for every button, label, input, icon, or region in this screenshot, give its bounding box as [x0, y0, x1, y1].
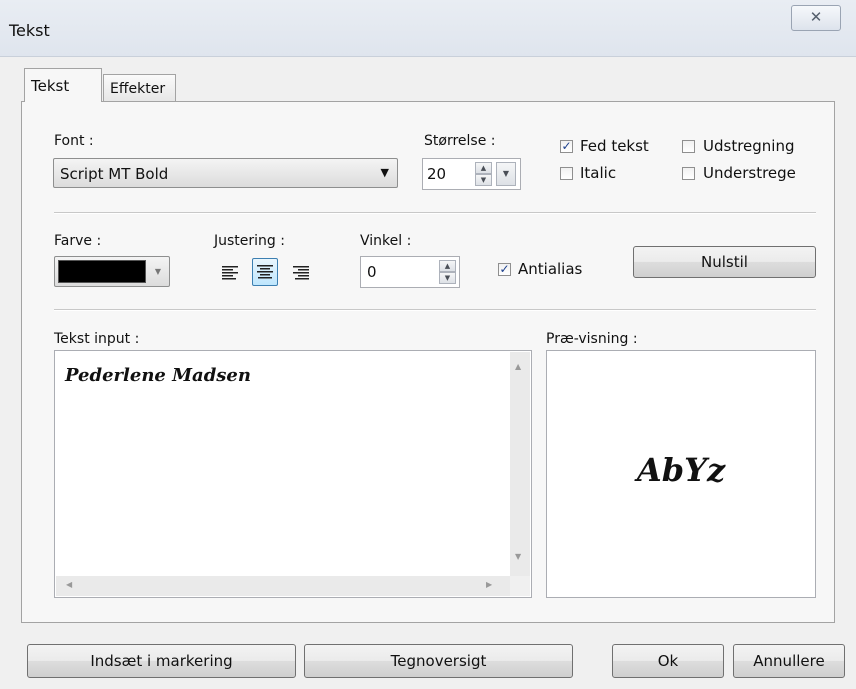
- antialias-label: Antialias: [518, 260, 583, 278]
- text-input-label: Tekst input :: [54, 331, 140, 347]
- scroll-right-icon[interactable]: ▶: [486, 580, 492, 589]
- vertical-scrollbar[interactable]: ▲ ▼: [510, 352, 530, 576]
- size-label: Størrelse :: [424, 133, 496, 149]
- antialias-checkbox[interactable]: ✓: [498, 263, 511, 276]
- preview-box: AbYz: [546, 350, 816, 598]
- align-left-icon[interactable]: [219, 261, 241, 283]
- preview-label: Præ-visning :: [546, 331, 638, 347]
- close-icon: ✕: [809, 8, 823, 26]
- color-swatch: [58, 260, 146, 283]
- scroll-left-icon[interactable]: ◀: [66, 580, 72, 589]
- font-select-value: Script MT Bold: [60, 165, 169, 183]
- horizontal-scrollbar[interactable]: ◀ ▶: [56, 576, 510, 596]
- tab-effekter[interactable]: Effekter: [103, 74, 176, 102]
- italic-checkbox[interactable]: [560, 167, 573, 180]
- spin-up-icon[interactable]: ▲: [439, 260, 456, 272]
- font-label: Font :: [54, 133, 94, 149]
- spin-up-icon[interactable]: ▲: [475, 162, 492, 174]
- separator: [54, 309, 816, 311]
- spin-down-icon[interactable]: ▼: [475, 174, 492, 186]
- size-input[interactable]: 20 ▲ ▼ ▼: [422, 158, 521, 190]
- cancel-button[interactable]: Annullere: [733, 644, 845, 678]
- font-select[interactable]: Script MT Bold ▼: [53, 158, 398, 188]
- size-value: 20: [427, 165, 447, 183]
- bold-checkbox[interactable]: ✓: [560, 140, 573, 153]
- strike-label: Udstregning: [703, 137, 795, 155]
- tab-tekst[interactable]: Tekst: [24, 68, 102, 102]
- window-title: Tekst: [9, 21, 50, 40]
- strike-checkbox[interactable]: [682, 140, 695, 153]
- chevron-down-icon: ▼: [154, 267, 162, 276]
- align-right-icon[interactable]: [290, 261, 312, 283]
- text-input-area[interactable]: Pederlene Madsen ▲ ▼ ◀ ▶: [54, 350, 532, 598]
- angle-value: 0: [367, 263, 377, 281]
- close-button[interactable]: ✕: [791, 5, 841, 31]
- alignment-label: Justering :: [214, 233, 285, 249]
- align-center-icon[interactable]: [252, 258, 278, 286]
- underline-checkbox[interactable]: [682, 167, 695, 180]
- angle-label: Vinkel :: [360, 233, 412, 249]
- preview-sample: AbYz: [636, 451, 726, 489]
- insert-button[interactable]: Indsæt i markering: [27, 644, 296, 678]
- chevron-down-icon: ▼: [502, 169, 510, 178]
- scroll-down-icon[interactable]: ▼: [515, 552, 521, 561]
- color-picker[interactable]: ▼: [54, 256, 170, 287]
- scrollbar-corner: [510, 576, 530, 596]
- size-dropdown-button[interactable]: ▼: [496, 162, 516, 186]
- reset-button[interactable]: Nulstil: [633, 246, 816, 278]
- title-bar: [0, 0, 856, 57]
- check-icon: ✓: [561, 139, 572, 153]
- charmap-button[interactable]: Tegnoversigt: [304, 644, 573, 678]
- spin-down-icon[interactable]: ▼: [439, 272, 456, 284]
- size-spinner[interactable]: ▲ ▼: [475, 162, 494, 187]
- ok-button[interactable]: Ok: [612, 644, 724, 678]
- tab-effekter-label: Effekter: [110, 81, 166, 97]
- color-label: Farve :: [54, 233, 102, 249]
- text-input-value: Pederlene Madsen: [65, 365, 251, 386]
- chevron-down-icon: ▼: [380, 166, 389, 179]
- tab-tekst-label: Tekst: [31, 77, 70, 95]
- underline-label: Understrege: [703, 164, 796, 182]
- scroll-up-icon[interactable]: ▲: [515, 362, 521, 371]
- check-icon: ✓: [499, 262, 510, 276]
- tab-join: [25, 100, 101, 103]
- bold-label: Fed tekst: [580, 137, 649, 155]
- angle-input[interactable]: 0 ▲ ▼: [360, 256, 460, 288]
- italic-label: Italic: [580, 164, 617, 182]
- separator: [54, 212, 816, 214]
- angle-spinner[interactable]: ▲ ▼: [439, 260, 458, 285]
